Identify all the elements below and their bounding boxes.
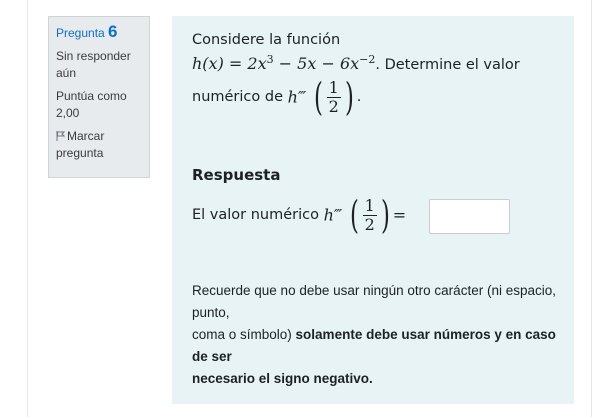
answer-right-paren: ) [380,193,390,237]
function-line: h(x) = 2x3 − 5x − 6x−2. Determine el val… [192,53,520,73]
fraction-one-half: ( 12 ) [311,78,357,116]
answer-derivative-symbol: h‴ [323,205,343,225]
question-content: Considere la función h(x) = 2x3 − 5x − 6… [172,16,574,404]
answer-prefix: El valor numérico [192,207,324,223]
question-number-value: 6 [108,22,118,41]
question-number: Pregunta 6 [56,23,142,42]
exponent-neg2: −2 [359,53,376,66]
flag-question-link[interactable]: Marcar pregunta [56,128,142,162]
page-edge-left [27,0,28,417]
evaluate-text: numérico de [192,89,288,105]
fraction-denominator: 2 [328,96,339,116]
question-label: Pregunta [56,26,105,40]
grade-value: 2,00 [56,106,80,120]
question-grade: Puntúa como 2,00 [56,88,142,122]
question-intro: Considere la función [192,32,341,48]
fraction-numerator: 1 [326,77,341,98]
answer-line: El valor numérico h‴ ( 12 ) = [192,196,406,234]
answer-fraction-denominator: 2 [364,214,375,234]
page-edge-right [591,0,592,417]
grade-label: Puntúa como [56,89,127,103]
answer-fraction-numerator: 1 [362,195,377,216]
function-rhs-a: = 2x [223,53,267,73]
instructions-note: Recuerde que no debe usar ningún otro ca… [192,280,562,390]
third-derivative-symbol: h‴ [287,87,307,107]
note-normal-1: Recuerde que no debe usar ningún otro ca… [192,283,556,320]
flag-icon [56,131,66,141]
function-after-text: . Determine el valor [375,56,520,73]
exponent-3: 3 [266,53,274,66]
left-paren: ( [313,75,323,119]
note-bold-2: necesario el signo negativo. [192,371,373,386]
period: . [356,89,362,105]
answer-left-paren: ( [349,193,359,237]
answer-input[interactable] [429,199,510,234]
right-paren: ) [344,75,354,119]
function-lhs: h(x) [192,53,224,73]
function-rhs-b: − 5x − 6x [273,53,360,73]
question-status: Sin responder aún [56,49,131,80]
answer-fraction: ( 12 ) [347,196,393,234]
evaluate-line: numérico de h‴ ( 12 ) . [192,78,361,116]
response-title: Respuesta [192,166,281,184]
question-info-panel: Pregunta 6 Sin responder aún Puntúa como… [48,16,150,178]
equals-sign: = [392,205,407,225]
note-normal-2: coma o símbolo) [192,327,296,342]
